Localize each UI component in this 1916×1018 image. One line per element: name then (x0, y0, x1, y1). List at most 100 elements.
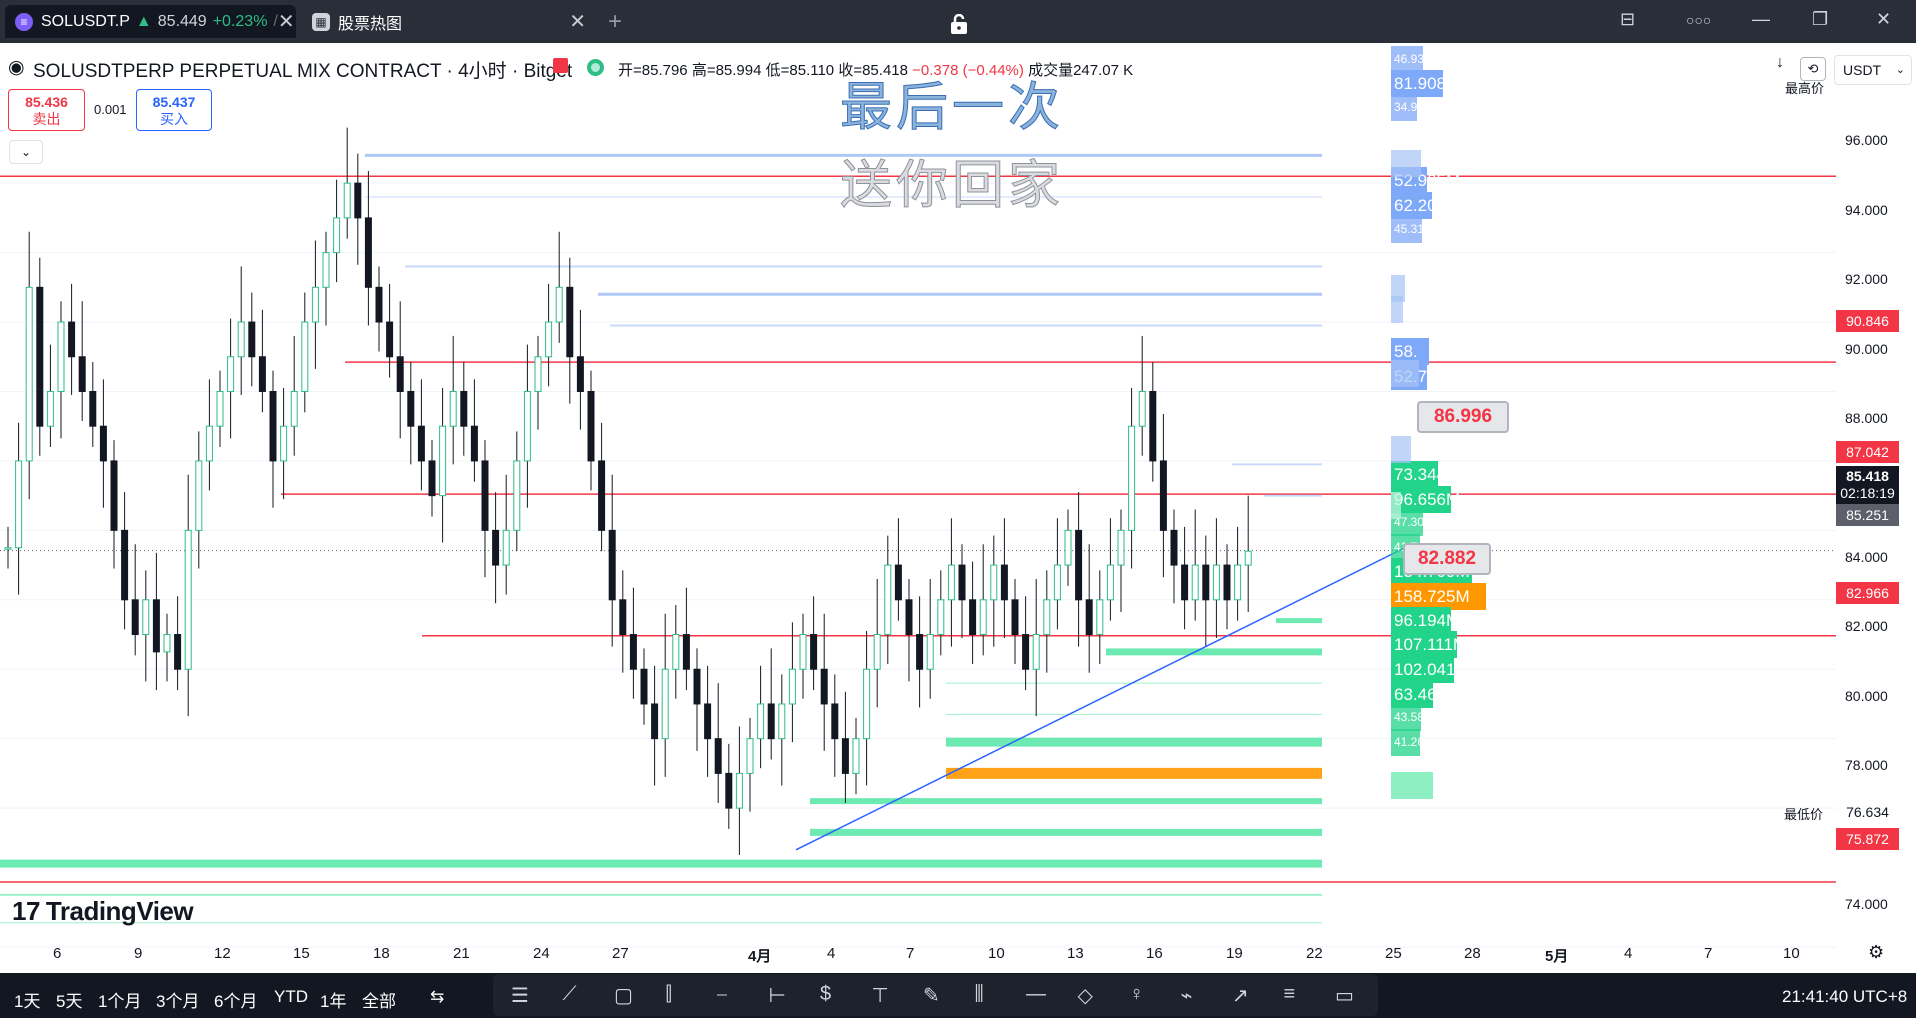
candle-body (799, 634, 807, 670)
ohlc-low: 低=85.110 (765, 62, 835, 79)
volume-bar[interactable]: 158.725M (1391, 583, 1486, 610)
flag-icon[interactable] (553, 58, 568, 73)
drawing-toolbar: ☰ ⟋ ▢ ⫿ ⎯ ⊢ $ ⊤ ✎ ⫼ — ◇ ♀ ⌁ ↗ ≡ ▭ (493, 974, 1378, 1016)
candle-body (4, 547, 12, 550)
new-tab-icon[interactable]: + (608, 8, 622, 36)
range-6m[interactable]: 6个月 (214, 987, 257, 1012)
drawing-tool-icon[interactable]: — (1026, 983, 1046, 1006)
drawing-tool-icon[interactable]: ♀ (1129, 983, 1144, 1006)
candle-body (57, 321, 65, 392)
close-icon[interactable]: ✕ (1876, 9, 1891, 30)
candle-body (184, 529, 192, 670)
restore-icon[interactable]: ❐ (1812, 9, 1828, 30)
drawing-tool-icon[interactable]: ▭ (1335, 983, 1354, 1008)
tab-heatmap[interactable]: ▦ 股票热图 ✕ (302, 5, 596, 38)
drawing-tool-icon[interactable]: ◇ (1078, 983, 1093, 1008)
date-tick: 12 (214, 945, 231, 962)
drawing-tool-icon[interactable]: ▢ (614, 983, 633, 1008)
date-tick: 24 (533, 945, 550, 962)
tab-solusdt[interactable]: ≡ SOLUSDT.P ▲ 85.449 +0.23% / ✕ (5, 5, 296, 38)
volume-bar[interactable]: 41.26M (1391, 729, 1434, 756)
range-ytd[interactable]: YTD (274, 987, 308, 1007)
price-tag-upper[interactable]: 86.996 (1417, 401, 1509, 433)
volume-bar[interactable]: 96.194M (1391, 607, 1460, 634)
buy-price: 85.437 (152, 94, 196, 110)
candle-body (1011, 599, 1019, 636)
candle-body (227, 356, 235, 392)
date-tick: 16 (1146, 945, 1163, 962)
date-tick: 27 (612, 945, 629, 962)
volume-bar[interactable]: 43.589M (1391, 704, 1441, 731)
level-label-87042[interactable]: 87.042 (1836, 441, 1899, 463)
volume-bar[interactable]: 73.344M (1391, 461, 1460, 488)
candle-body (237, 321, 245, 358)
last-price-label[interactable]: 85.418 02:18:19 (1836, 466, 1899, 504)
date-tick: 4 (1624, 945, 1633, 962)
candle-body (460, 390, 468, 427)
drawing-tool-icon[interactable]: ⫿ (666, 983, 672, 1006)
candle-body (894, 564, 902, 601)
sell-button[interactable]: 85.436 卖出 (8, 89, 85, 131)
price-tag-lower[interactable]: 82.882 (1403, 543, 1491, 575)
sell-price: 85.436 (25, 94, 68, 110)
drawing-tool-icon[interactable]: ⊢ (769, 983, 786, 1008)
level-label-90846[interactable]: 90.846 (1836, 310, 1899, 332)
volume-bar[interactable]: 34.975M (1391, 94, 1441, 121)
clock[interactable]: 21:41:40 UTC+8 (1782, 987, 1907, 1007)
drawing-tool-icon[interactable]: ≡ (1284, 983, 1296, 1006)
date-tick: 7 (1704, 945, 1713, 962)
candle-body (89, 390, 97, 427)
candle-body (619, 599, 627, 636)
close-tab-icon[interactable]: ✕ (278, 12, 295, 32)
range-3m[interactable]: 3个月 (156, 987, 199, 1012)
range-1y[interactable]: 1年 (320, 987, 346, 1012)
more-icon[interactable]: ○○○ (1686, 12, 1711, 28)
volume-bar[interactable]: 46.934M (1391, 46, 1441, 73)
range-all[interactable]: 全部 (362, 987, 396, 1012)
level-label-82966[interactable]: 82.966 (1836, 582, 1899, 604)
range-5d[interactable]: 5天 (56, 987, 82, 1012)
candle-body (428, 460, 436, 497)
level-label-75872[interactable]: 75.872 (1836, 828, 1899, 850)
volume-bar[interactable]: 102.041M (1391, 656, 1470, 683)
date-tick: 4月 (748, 948, 772, 965)
candle-body (1138, 390, 1146, 427)
drawing-tool-icon[interactable]: ⌁ (1181, 983, 1193, 1008)
drawing-tool-icon[interactable]: ⟋ (563, 983, 577, 1006)
candle-body (110, 460, 118, 531)
candle-body (439, 425, 447, 497)
close-tab-icon[interactable]: ✕ (569, 12, 586, 32)
candle-body (1212, 564, 1220, 601)
buy-button[interactable]: 85.437 买入 (136, 89, 212, 131)
volume-bar[interactable]: 107.111M (1391, 631, 1467, 658)
drawing-tool-icon[interactable]: ↗ (1232, 983, 1249, 1008)
date-tick: 13 (1067, 945, 1084, 962)
scroll-down-icon[interactable]: ↓ (1776, 54, 1784, 72)
candle-body (651, 703, 659, 740)
settings-gear-icon[interactable]: ⚙ (1868, 942, 1884, 963)
range-1d[interactable]: 1天 (14, 987, 40, 1012)
volume-bar[interactable]: 81.908M (1391, 70, 1460, 97)
tab-up-arrow: ▲ (135, 12, 152, 30)
candle-body (1032, 634, 1040, 670)
candle-body (195, 460, 203, 531)
candle-body (492, 529, 500, 566)
candle-body (534, 356, 542, 392)
drawing-tool-icon[interactable]: ⫼ (975, 983, 984, 1006)
date-range-icon[interactable]: ⇆ (430, 987, 444, 1007)
drawing-tool-icon[interactable]: ⎯ (717, 983, 727, 1006)
layout-icon[interactable]: ⊟ (1620, 9, 1635, 30)
drawing-tool-icon[interactable]: $ (820, 983, 831, 1006)
drawing-tool-icon[interactable]: ✎ (923, 983, 940, 1008)
collapse-legend-button[interactable]: ⌄ (9, 140, 43, 164)
range-1m[interactable]: 1个月 (98, 987, 141, 1012)
minimize-icon[interactable]: — (1752, 9, 1770, 30)
volume-bar[interactable]: 45.313M (1391, 216, 1441, 243)
drawing-tool-icon[interactable]: ⊤ (872, 983, 889, 1008)
candle-body (661, 668, 669, 740)
drawing-tool-icon[interactable]: ☰ (511, 983, 529, 1008)
lock-icon[interactable] (948, 14, 970, 34)
currency-select[interactable]: USDT ⌄ (1834, 55, 1912, 85)
volume-bar[interactable]: 62.205M (1391, 192, 1460, 219)
chart-title[interactable]: SOLUSDTPERP PERPETUAL MIX CONTRACT · 4小时… (33, 56, 572, 83)
